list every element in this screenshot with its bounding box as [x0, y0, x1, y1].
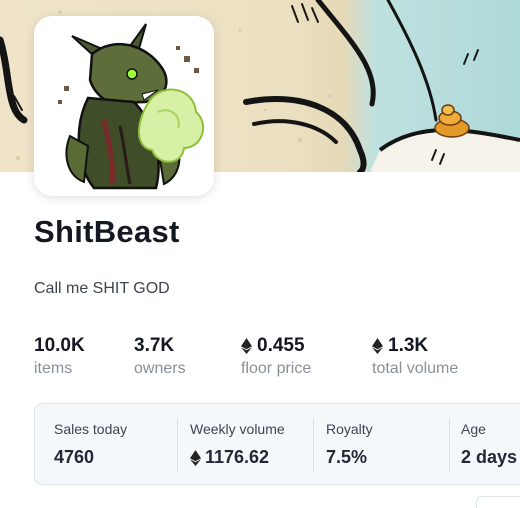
stat-value: 3.7K: [134, 335, 175, 356]
summary-label: Weekly volume: [190, 421, 285, 437]
ethereum-icon: [190, 449, 201, 466]
summary-sales-today: Sales today 4760: [54, 404, 127, 486]
summary-weekly-volume: Weekly volume 1176.62: [190, 404, 285, 486]
stat-label: total volume: [372, 360, 459, 377]
summary-divider: [177, 418, 178, 472]
collection-page: ShitBeast Call me SHIT GOD 10.0K items 3…: [0, 0, 520, 508]
stat-value: 1.3K: [372, 334, 458, 358]
collection-summary-card: Sales today 4760 Weekly volume 1176.62 R…: [34, 403, 520, 485]
stat-items: 10.0K items: [34, 334, 85, 378]
summary-value: 1176.62: [190, 447, 285, 468]
dragon-artwork-icon: [46, 23, 205, 190]
summary-label: Royalty: [326, 421, 373, 437]
poop-doodle-icon: [434, 104, 470, 138]
summary-divider: [449, 418, 450, 472]
stat-label: floor price: [241, 360, 312, 377]
stat-label: items: [34, 360, 73, 377]
ethereum-icon: [372, 338, 383, 354]
summary-label: Sales today: [54, 421, 128, 437]
collection-description: Call me SHIT GOD: [34, 280, 170, 297]
summary-royalty: Royalty 7.5%: [326, 404, 373, 486]
stat-owners: 3.7K owners: [134, 334, 186, 378]
collection-avatar[interactable]: [34, 16, 214, 196]
summary-value: 7.5%: [326, 447, 368, 467]
summary-label: Age: [461, 421, 486, 437]
collection-title: ShitBeast: [34, 214, 180, 249]
stat-value: 0.455: [241, 334, 311, 358]
stat-label: owners: [134, 360, 186, 377]
stat-total-volume: 1.3K total volume: [372, 334, 458, 378]
summary-age: Age 2 days: [461, 404, 517, 486]
summary-divider: [313, 418, 314, 472]
summary-value: 4760: [54, 447, 95, 467]
partial-action-button[interactable]: [476, 496, 520, 508]
stat-value: 10.0K: [34, 335, 85, 356]
ethereum-icon: [241, 338, 252, 354]
summary-value: 2 days: [461, 447, 518, 467]
stat-floor-price: 0.455 floor price: [241, 334, 311, 378]
